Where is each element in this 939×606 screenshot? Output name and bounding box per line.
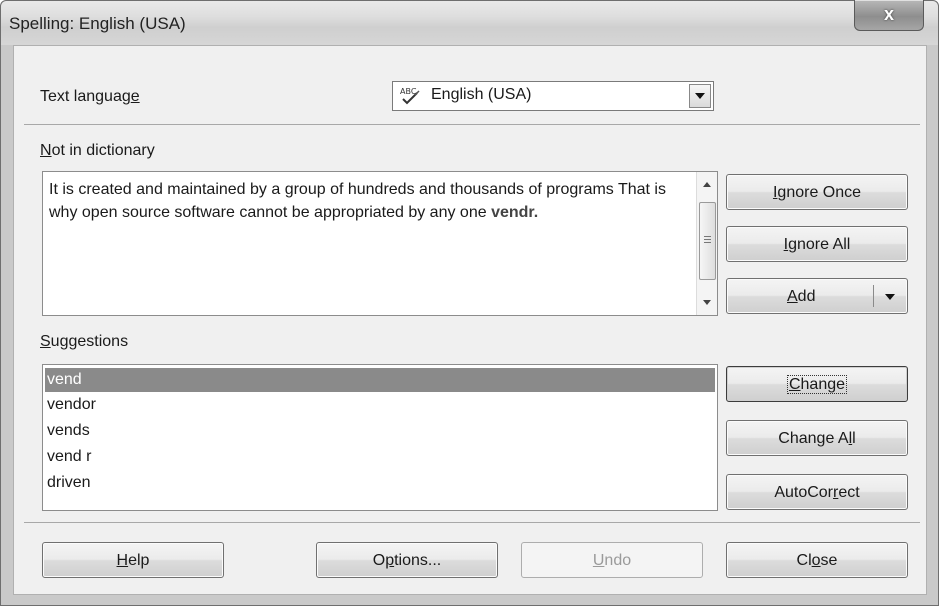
suggestions-label: Suggestions <box>40 333 129 350</box>
options-button[interactable]: Options... <box>316 542 498 578</box>
title-bar[interactable]: Spelling: English (USA) x <box>1 0 938 45</box>
ignore-once-button[interactable]: Ignore Once <box>726 174 908 210</box>
grip-icon <box>704 236 711 237</box>
suggestion-item[interactable]: vend <box>45 368 715 392</box>
chevron-down-icon[interactable] <box>885 294 895 300</box>
change-button-label: Change <box>786 375 848 394</box>
text-language-select[interactable]: ABC English (USA) <box>392 81 714 111</box>
suggestion-item[interactable]: vendor <box>45 393 715 417</box>
text-language-label: Text language <box>40 88 140 105</box>
suggestion-item[interactable]: driven <box>45 471 715 495</box>
change-all-button[interactable]: Change All <box>726 420 908 456</box>
suggestions-list[interactable]: vend vendor vends vend r driven <box>42 364 718 511</box>
help-button[interactable]: Help <box>42 542 224 578</box>
close-window-button[interactable]: x <box>854 0 924 31</box>
window-title: Spelling: English (USA) <box>9 14 186 33</box>
split-divider <box>873 285 874 307</box>
misspelled-word: vendr. <box>491 204 539 221</box>
suggestion-item[interactable]: vends <box>45 419 715 443</box>
not-in-dictionary-textbox[interactable]: It is created and maintained by a group … <box>42 171 718 316</box>
text-language-value: English (USA) <box>431 86 532 103</box>
add-button-label: Add <box>787 288 816 305</box>
suggestion-item[interactable]: vend r <box>45 445 715 469</box>
dialog-body: Text language ABC English (USA) Not in d… <box>13 45 927 595</box>
spelling-dialog: Spelling: English (USA) x Text language … <box>0 0 939 606</box>
section-divider <box>24 124 920 125</box>
not-in-dictionary-label: Not in dictionary <box>40 142 155 159</box>
scroll-up-icon[interactable] <box>697 176 717 194</box>
close-button[interactable]: Close <box>726 542 908 578</box>
sentence-text[interactable]: It is created and maintained by a group … <box>49 178 683 224</box>
close-icon: x <box>883 4 894 24</box>
section-divider <box>24 522 920 523</box>
autocorrect-button[interactable]: AutoCorrect <box>726 474 908 510</box>
add-button[interactable]: Add <box>726 278 908 314</box>
undo-button[interactable]: Undo <box>521 542 703 578</box>
change-button[interactable]: Change <box>726 366 908 402</box>
scroll-thumb[interactable] <box>699 202 716 280</box>
textbox-scrollbar[interactable] <box>696 172 717 315</box>
chevron-down-icon[interactable] <box>689 84 711 108</box>
scroll-down-icon[interactable] <box>697 293 717 311</box>
spellcheck-language-icon: ABC <box>399 86 423 106</box>
ignore-all-button[interactable]: Ignore All <box>726 226 908 262</box>
